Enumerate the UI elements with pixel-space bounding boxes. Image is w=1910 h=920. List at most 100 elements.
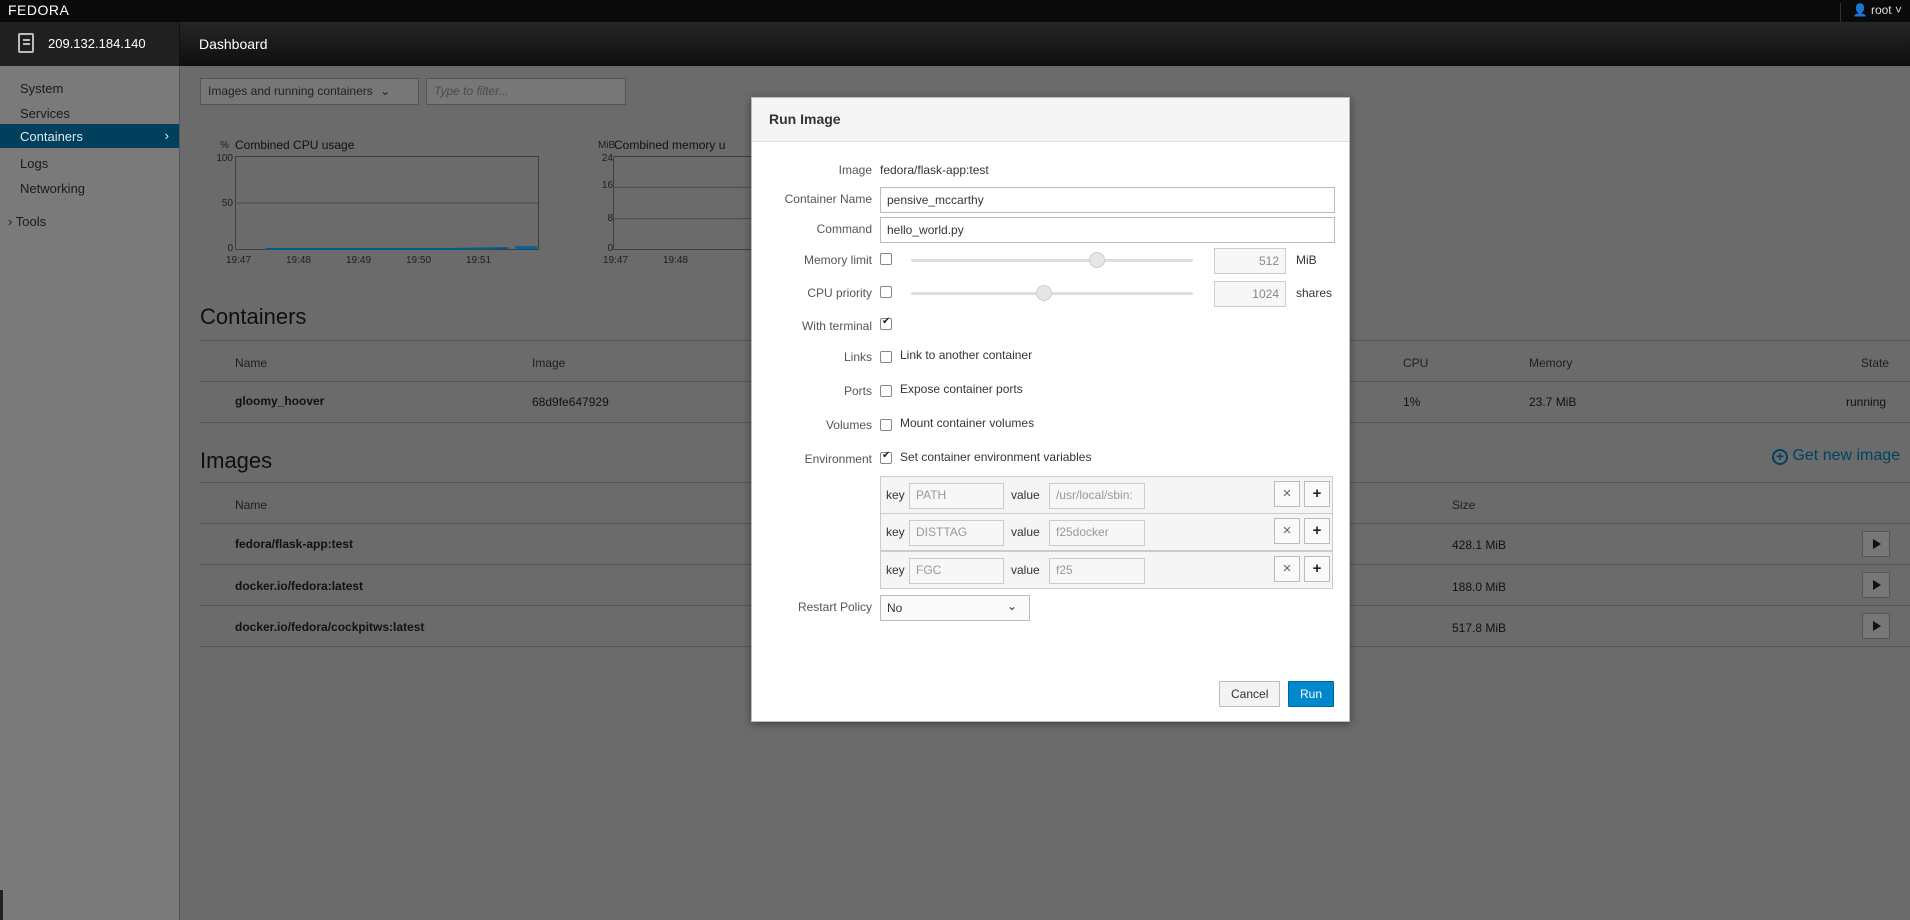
cpu-priority-label: CPU priority bbox=[807, 286, 872, 300]
sidebar-item-services[interactable]: Services bbox=[0, 101, 179, 125]
links-checkbox[interactable] bbox=[880, 351, 892, 363]
env-key-input[interactable]: PATH bbox=[909, 483, 1004, 509]
run-button[interactable]: Run bbox=[1288, 681, 1335, 707]
close-icon[interactable]: × bbox=[1274, 481, 1300, 507]
x-tick-label: 19:47 bbox=[603, 255, 629, 266]
column-header-name: Name bbox=[235, 498, 268, 512]
column-header-memory: Memory bbox=[1529, 356, 1573, 370]
env-key-label: key bbox=[886, 525, 905, 539]
memory-limit-slider-handle[interactable] bbox=[1089, 252, 1106, 268]
container-name: gloomy_hoover bbox=[235, 394, 325, 408]
environment-checkbox[interactable] bbox=[880, 450, 892, 464]
run-image-button[interactable] bbox=[1862, 531, 1890, 557]
x-tick-label: 19:50 bbox=[406, 255, 432, 266]
sidebar-item-label: System bbox=[20, 81, 64, 96]
env-key-label: key bbox=[886, 488, 905, 502]
cpu-priority-checkbox[interactable] bbox=[880, 286, 892, 298]
restart-policy-select[interactable]: No ⌄ bbox=[880, 595, 1030, 621]
add-env-button[interactable]: + bbox=[1304, 481, 1330, 507]
containers-heading: Containers bbox=[200, 304, 307, 329]
cpu-priority-slider-handle[interactable] bbox=[1035, 285, 1052, 301]
env-value-input[interactable]: /usr/local/sbin: bbox=[1049, 483, 1145, 509]
image-value: fedora/flask-app:test bbox=[880, 163, 989, 177]
chevron-down-icon: ⌄ bbox=[1006, 599, 1017, 613]
image-name: docker.io/fedora/cockpitws:latest bbox=[235, 620, 425, 634]
volumes-text[interactable]: Mount container volumes bbox=[900, 416, 1034, 430]
filter-input[interactable]: Type to filter... bbox=[426, 78, 626, 105]
filter-input-placeholder: Type to filter... bbox=[434, 84, 509, 98]
brand-logo: FEDORA bbox=[8, 2, 70, 18]
ports-text[interactable]: Expose container ports bbox=[900, 382, 1023, 396]
chevron-right-icon: › bbox=[8, 214, 13, 229]
memory-limit-checkbox[interactable] bbox=[880, 253, 892, 265]
page-title: Dashboard bbox=[199, 36, 268, 52]
with-terminal-checkbox[interactable] bbox=[880, 316, 892, 330]
sidebar-item-logs[interactable]: Logs bbox=[0, 151, 179, 175]
column-header-name: Name bbox=[235, 356, 268, 370]
env-value-input[interactable]: f25 bbox=[1049, 558, 1145, 584]
close-icon[interactable]: × bbox=[1274, 556, 1300, 582]
sidebar-item-networking[interactable]: Networking bbox=[0, 176, 179, 200]
image-name: docker.io/fedora:latest bbox=[235, 579, 364, 593]
memory-limit-value[interactable]: 512 bbox=[1214, 248, 1286, 274]
env-key-input[interactable]: DISTTAG bbox=[909, 520, 1004, 546]
sidebar-item-label: Containers bbox=[20, 129, 83, 144]
y-tick-label: 8 bbox=[607, 213, 613, 224]
image-size: 517.8 MiB bbox=[1452, 621, 1507, 635]
sidebar: System Services Containers › Logs Network… bbox=[0, 66, 180, 920]
plus-circle-icon: + bbox=[1772, 449, 1788, 465]
env-value-label: value bbox=[1011, 563, 1040, 577]
cpu-priority-slider[interactable] bbox=[911, 292, 1193, 295]
run-image-button[interactable] bbox=[1862, 572, 1890, 598]
env-vars-list: key PATH value /usr/local/sbin: × + key … bbox=[880, 476, 1335, 590]
memory-chart: MiB Combined memory u 24 16 8 0 19:47 19… bbox=[598, 138, 758, 266]
x-tick-label: 19:47 bbox=[226, 255, 252, 266]
sidebar-item-tools[interactable]: › Tools bbox=[0, 209, 179, 233]
images-heading: Images bbox=[200, 448, 273, 473]
sidebar-item-label: Tools bbox=[15, 214, 47, 229]
x-tick-label: 19:48 bbox=[286, 255, 312, 266]
with-terminal-label: With terminal bbox=[801, 319, 872, 333]
sidebar-item-containers[interactable]: Containers › bbox=[0, 124, 179, 148]
memory-chart-ylabel: MiB bbox=[598, 140, 616, 151]
env-row: key PATH value /usr/local/sbin: × + bbox=[880, 476, 1333, 514]
memory-limit-unit: MiB bbox=[1296, 253, 1317, 267]
image-name: fedora/flask-app:test bbox=[235, 537, 354, 551]
cancel-button[interactable]: Cancel bbox=[1219, 681, 1281, 707]
container-image: 68d9fe647929 bbox=[532, 395, 609, 409]
get-new-image-link[interactable]: + Get new image bbox=[1772, 447, 1900, 465]
run-image-button[interactable] bbox=[1862, 613, 1890, 639]
sidebar-item-label: Logs bbox=[20, 156, 49, 171]
add-env-button[interactable]: + bbox=[1304, 518, 1330, 544]
y-tick-label: 16 bbox=[601, 180, 613, 191]
host-switcher[interactable]: 209.132.184.140 bbox=[0, 22, 180, 66]
sidebar-item-system[interactable]: System bbox=[0, 76, 179, 100]
ports-checkbox[interactable] bbox=[880, 385, 892, 397]
chevron-down-icon: ⌄ bbox=[380, 84, 391, 98]
env-value-input[interactable]: f25docker bbox=[1049, 520, 1145, 546]
memory-limit-slider[interactable] bbox=[911, 259, 1193, 262]
sidebar-item-label: Networking bbox=[20, 181, 86, 196]
command-input[interactable]: hello_world.py bbox=[880, 217, 1335, 243]
env-key-input[interactable]: FGC bbox=[909, 558, 1004, 584]
links-text[interactable]: Link to another container bbox=[900, 348, 1032, 362]
add-env-button[interactable]: + bbox=[1304, 556, 1330, 582]
volumes-checkbox[interactable] bbox=[880, 419, 892, 431]
dialog-header: Run Image bbox=[752, 98, 1349, 142]
close-icon[interactable]: × bbox=[1274, 518, 1300, 544]
user-name: root bbox=[1870, 3, 1892, 17]
user-icon: 👤 bbox=[1852, 3, 1868, 17]
chevron-right-icon: › bbox=[164, 128, 169, 143]
cpu-priority-value[interactable]: 1024 bbox=[1214, 281, 1286, 307]
container-cpu: 1% bbox=[1403, 395, 1421, 409]
run-image-dialog: Run Image Image fedora/flask-app:test Co… bbox=[751, 97, 1350, 722]
links-label: Links bbox=[843, 350, 872, 364]
user-menu[interactable]: 👤 root ˅ bbox=[1839, 3, 1902, 22]
y-tick-label: 0 bbox=[227, 243, 233, 254]
filter-dropdown[interactable]: Images and running containers ⌄ bbox=[200, 78, 419, 105]
env-value-label: value bbox=[1011, 488, 1040, 502]
column-header-image: Image bbox=[532, 356, 566, 370]
environment-text[interactable]: Set container environment variables bbox=[900, 450, 1091, 464]
container-name-input[interactable]: pensive_mccarthy bbox=[880, 187, 1335, 213]
env-row: key DISTTAG value f25docker × + bbox=[880, 513, 1333, 551]
